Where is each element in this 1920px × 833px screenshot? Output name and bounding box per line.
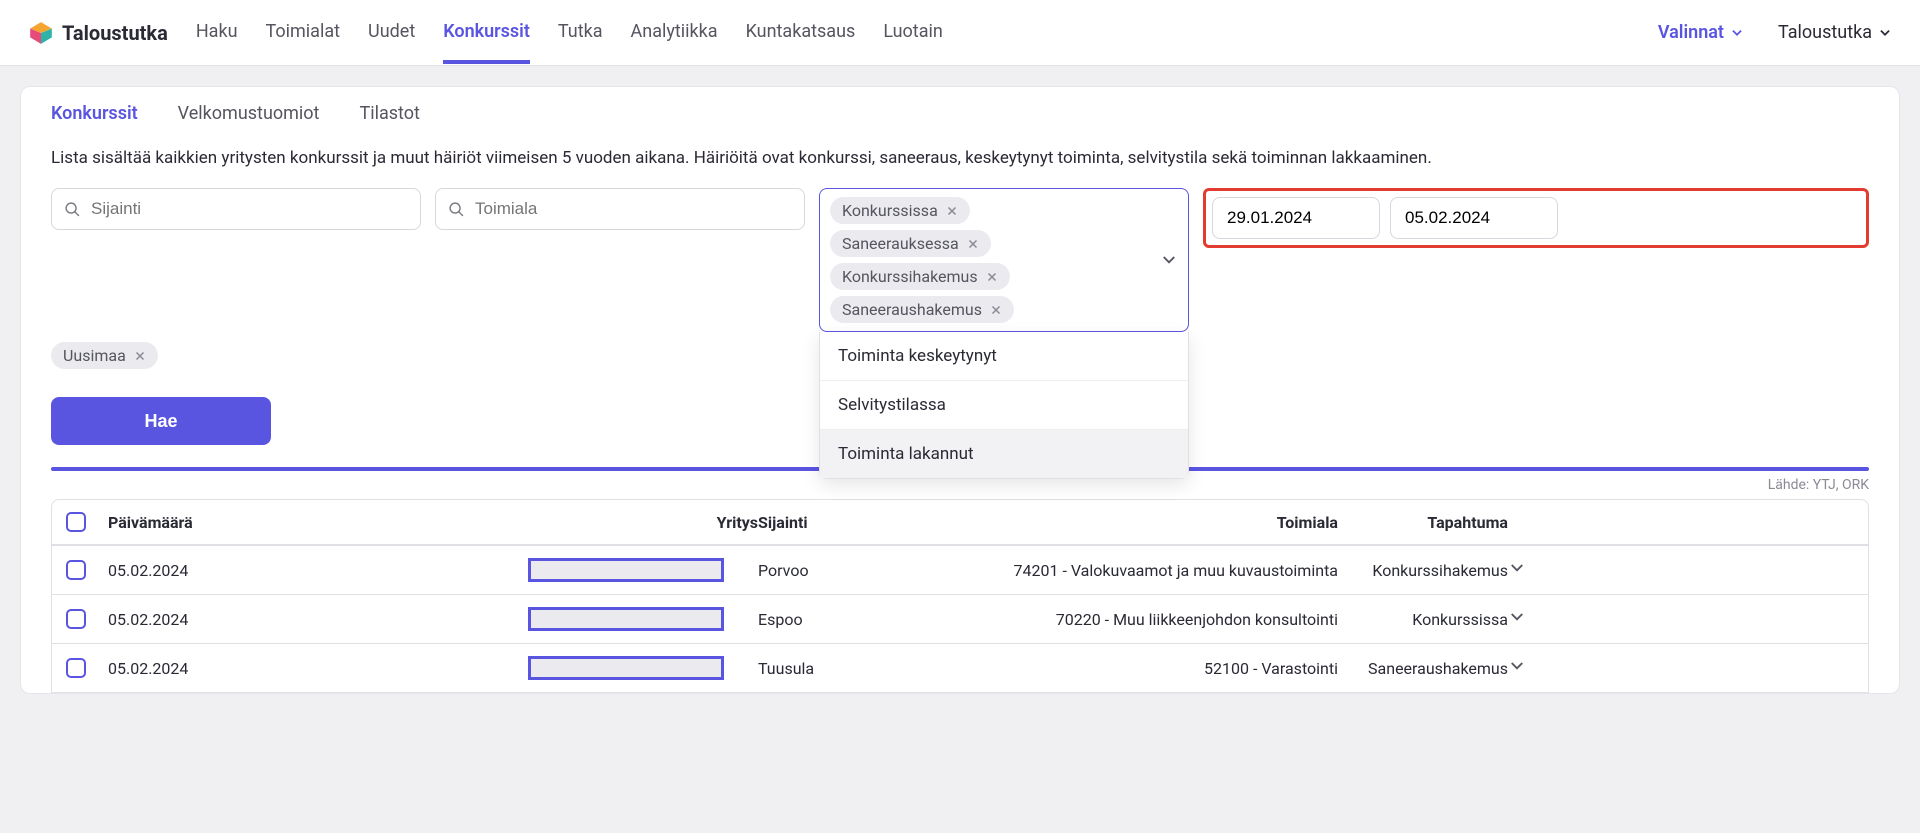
date-from-input[interactable]: [1212, 197, 1380, 239]
industry-field[interactable]: [435, 188, 805, 230]
nav-right: Valinnat Taloustutka: [1658, 22, 1892, 43]
account-label: Taloustutka: [1778, 22, 1872, 43]
page-card: Konkurssit Velkomustuomiot Tilastot Lista …: [20, 86, 1900, 694]
remove-icon[interactable]: [990, 304, 1002, 316]
remove-icon[interactable]: [946, 205, 958, 217]
row-checkbox[interactable]: [66, 609, 86, 629]
chevron-down-icon: [1730, 26, 1744, 40]
cell-location: Tuusula: [758, 659, 958, 678]
table-row: 05.02.2024 Tuusula 52100 - Varastointi S…: [52, 643, 1868, 692]
industry-input[interactable]: [475, 199, 792, 219]
remove-icon[interactable]: [967, 238, 979, 250]
nav-item-tutka[interactable]: Tutka: [558, 1, 603, 64]
subtab-velkomustuomiot[interactable]: Velkomustuomiot: [178, 103, 320, 124]
row-checkbox[interactable]: [66, 560, 86, 580]
cell-location: Porvoo: [758, 561, 958, 580]
nav-item-konkurssit[interactable]: Konkurssit: [443, 1, 530, 64]
status-chip: Saneerauksessa: [830, 230, 991, 257]
nav-item-analytiikka[interactable]: Analytiikka: [631, 1, 718, 64]
th-company: Yritys: [528, 513, 758, 532]
topbar: Taloustutka Haku Toimialat Uudet Konkurssit…: [0, 0, 1920, 66]
chip-label: Saneerauksessa: [842, 234, 959, 253]
subtabs: Konkurssit Velkomustuomiot Tilastot: [21, 87, 1899, 138]
nav-item-toimialat[interactable]: Toimialat: [266, 1, 341, 64]
cell-company: [528, 656, 758, 680]
nav-item-uudet[interactable]: Uudet: [368, 1, 415, 64]
cell-date: 05.02.2024: [108, 659, 528, 678]
cell-industry: 74201 - Valokuvaamot ja muu kuvaustoimin…: [958, 561, 1338, 580]
table-row: 05.02.2024 Porvoo 74201 - Valokuvaamot j…: [52, 545, 1868, 594]
status-chip: Saneeraushakemus: [830, 296, 1014, 323]
expand-icon[interactable]: [1508, 657, 1526, 675]
account-menu[interactable]: Taloustutka: [1778, 22, 1892, 43]
chevron-down-icon: [1878, 26, 1892, 40]
status-option[interactable]: Toiminta lakannut: [820, 429, 1188, 478]
search-icon: [448, 201, 465, 218]
cell-date: 05.02.2024: [108, 561, 528, 580]
source-label: Lähde: YTJ, ORK: [21, 477, 1899, 499]
cell-event: Konkurssissa: [1338, 610, 1508, 629]
chip-label: Saneeraushakemus: [842, 300, 982, 319]
date-to-input[interactable]: [1390, 197, 1558, 239]
nav-item-kuntakatsaus[interactable]: Kuntakatsaus: [746, 1, 856, 64]
search-button[interactable]: Hae: [51, 397, 271, 445]
valinnat-label: Valinnat: [1658, 22, 1724, 43]
status-chip: Konkurssihakemus: [830, 263, 1010, 290]
status-multiselect[interactable]: Konkurssissa Saneerauksessa Konkurssihakem…: [819, 188, 1189, 332]
redacted-company: [528, 558, 724, 582]
brand-name: Taloustutka: [62, 21, 168, 45]
select-all-checkbox[interactable]: [66, 512, 86, 532]
search-icon: [64, 201, 81, 218]
chip-label: Konkurssissa: [842, 201, 938, 220]
redacted-company: [528, 656, 724, 680]
results-table: Päivämäärä Yritys Sijainti Toimiala Tapa…: [51, 499, 1869, 693]
expand-icon[interactable]: [1508, 559, 1526, 577]
page-description: Lista sisältää kaikkien yritysten konkur…: [21, 138, 1899, 188]
status-field-wrapper: Konkurssissa Saneerauksessa Konkurssihakem…: [819, 188, 1189, 332]
redacted-company: [528, 607, 724, 631]
remove-icon[interactable]: [134, 350, 146, 362]
cell-location: Espoo: [758, 610, 958, 629]
status-chips: Konkurssissa Saneerauksessa Konkurssihakem…: [830, 197, 1014, 323]
row-checkbox[interactable]: [66, 658, 86, 678]
cell-industry: 52100 - Varastointi: [958, 659, 1338, 678]
filters-row: Konkurssissa Saneerauksessa Konkurssihakem…: [21, 188, 1899, 332]
date-range-group: [1203, 188, 1869, 248]
cell-industry: 70220 - Muu liikkeenjohdon konsultointi: [958, 610, 1338, 629]
remove-icon[interactable]: [986, 271, 998, 283]
status-option[interactable]: Toiminta keskeytynyt: [820, 332, 1188, 380]
subtab-tilastot[interactable]: Tilastot: [359, 103, 419, 124]
brand-logo[interactable]: Taloustutka: [28, 20, 168, 46]
chip-label: Konkurssihakemus: [842, 267, 978, 286]
logo-icon: [28, 20, 54, 46]
location-chip: Uusimaa: [51, 342, 158, 369]
table-header: Päivämäärä Yritys Sijainti Toimiala Tapa…: [52, 500, 1868, 545]
cell-event: Saneeraushakemus: [1338, 659, 1508, 678]
main-nav: Haku Toimialat Uudet Konkurssit Tutka Analyti…: [196, 1, 1658, 64]
status-chip: Konkurssissa: [830, 197, 970, 224]
th-location: Sijainti: [758, 513, 958, 532]
nav-item-luotain[interactable]: Luotain: [883, 1, 943, 64]
expand-icon[interactable]: [1508, 608, 1526, 626]
status-dropdown: Toiminta keskeytynytSelvitystilassaToimi…: [819, 332, 1189, 479]
subtab-konkurssit[interactable]: Konkurssit: [51, 103, 138, 124]
location-field[interactable]: [51, 188, 421, 230]
cell-event: Konkurssihakemus: [1338, 561, 1508, 580]
status-option[interactable]: Selvitystilassa: [820, 380, 1188, 429]
valinnat-menu[interactable]: Valinnat: [1658, 22, 1744, 43]
cell-company: [528, 558, 758, 582]
th-date: Päivämäärä: [108, 513, 528, 532]
nav-item-haku[interactable]: Haku: [196, 1, 238, 64]
th-industry: Toimiala: [958, 513, 1338, 532]
th-event: Tapahtuma: [1338, 513, 1508, 532]
table-row: 05.02.2024 Espoo 70220 - Muu liikkeenjoh…: [52, 594, 1868, 643]
location-input[interactable]: [91, 199, 408, 219]
cell-company: [528, 607, 758, 631]
chip-label: Uusimaa: [63, 346, 126, 365]
chevron-down-icon[interactable]: [1160, 251, 1178, 269]
cell-date: 05.02.2024: [108, 610, 528, 629]
